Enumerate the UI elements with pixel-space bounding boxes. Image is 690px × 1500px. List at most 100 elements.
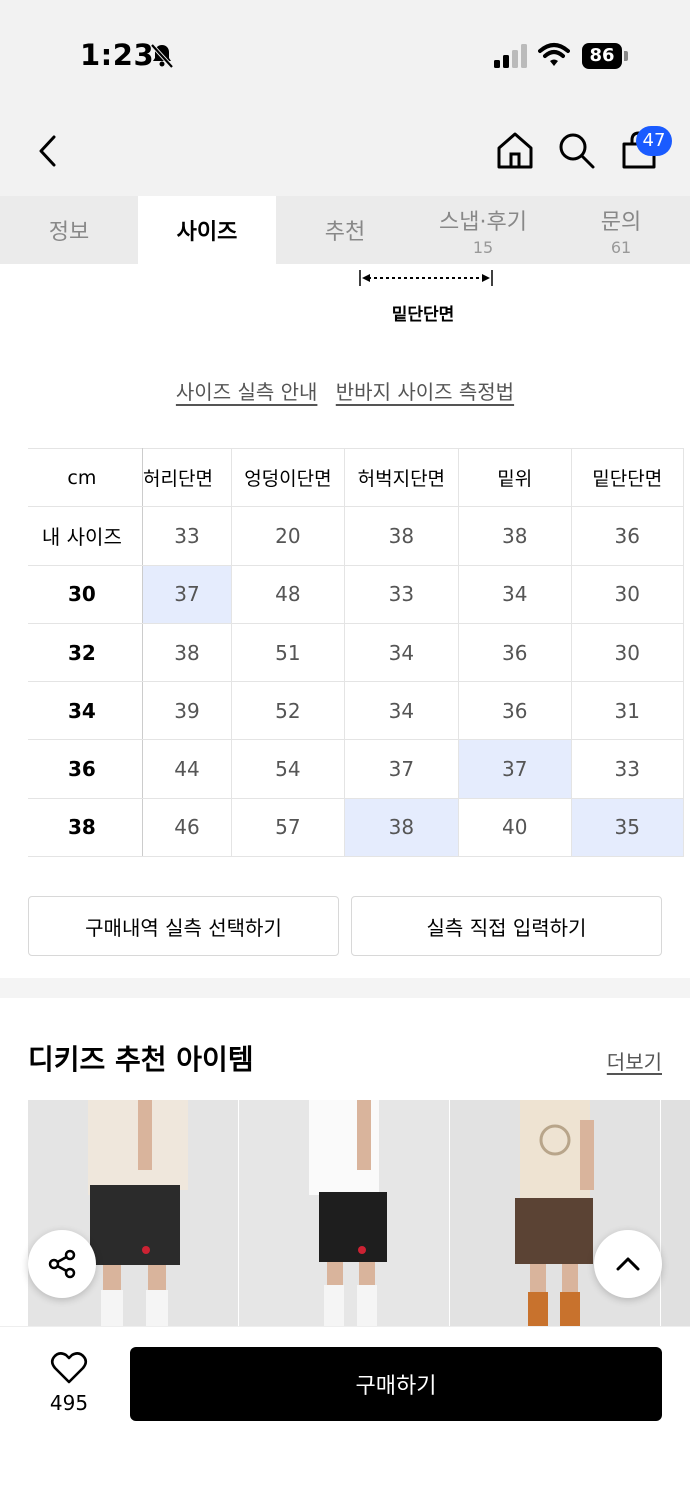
table-cell-highlight: 35 — [570, 797, 684, 858]
row-label: 30 — [28, 564, 143, 624]
row-label: 32 — [28, 622, 143, 683]
column-header: 밑위 — [458, 448, 572, 508]
table-row-my-size: 내 사이즈 33 20 38 38 36 — [28, 506, 684, 566]
size-table-header-row: cm 허리단면 엉덩이단면 허벅지단면 밑위 밑단단면 — [28, 448, 684, 508]
column-header: 허리단면 — [141, 448, 233, 508]
battery-indicator: 86 — [582, 43, 628, 69]
tab-info[interactable]: 정보 — [0, 196, 138, 264]
table-cell: 40 — [458, 797, 572, 858]
table-row: 36 44 54 37 37 33 — [28, 739, 684, 799]
column-header: 허벅지단면 — [343, 448, 460, 508]
heart-icon[interactable] — [50, 1351, 88, 1385]
table-row: 30 37 48 33 34 30 — [28, 564, 684, 624]
table-row: 32 38 51 34 36 30 — [28, 622, 684, 683]
manual-size-input-button[interactable]: 실측 직접 입력하기 — [351, 896, 662, 956]
buy-button[interactable]: 구매하기 — [130, 1347, 662, 1421]
table-cell: 30 — [570, 564, 684, 624]
battery-cap — [624, 51, 628, 61]
tab-label: 사이즈 — [176, 220, 238, 245]
table-cell: 36 — [570, 506, 684, 566]
tab-label: 스냅·후기 — [439, 209, 527, 235]
table-cell: 38 — [343, 506, 460, 566]
share-button[interactable] — [28, 1230, 96, 1298]
tab-count: 61 — [610, 237, 632, 257]
product-card[interactable] — [239, 1100, 449, 1326]
table-cell: 37 — [343, 739, 460, 799]
product-image — [239, 1100, 449, 1326]
table-cell: 48 — [231, 564, 345, 624]
table-cell: 33 — [570, 739, 684, 799]
table-cell: 34 — [343, 681, 460, 741]
select-purchase-size-button[interactable]: 구매내역 실측 선택하기 — [28, 896, 339, 956]
scroll-top-button[interactable] — [594, 1230, 662, 1298]
section-divider — [0, 978, 690, 998]
tab-inquiry[interactable]: 문의 61 — [552, 196, 690, 264]
table-cell: 34 — [343, 622, 460, 683]
table-row: 34 39 52 34 36 31 — [28, 681, 684, 741]
tab-size[interactable]: 사이즈 — [138, 196, 276, 264]
table-cell: 44 — [141, 739, 233, 799]
size-table: cm 허리단면 엉덩이단면 허벅지단면 밑위 밑단단면 내 사이즈 33 20 … — [28, 448, 684, 858]
row-label: 내 사이즈 — [28, 506, 143, 566]
column-header: 엉덩이단면 — [231, 448, 345, 508]
product-tabs: 정보 사이즈 추천 스냅·후기 15 문의 61 — [0, 196, 690, 264]
table-cell: 33 — [141, 506, 233, 566]
hem-measure-label: 밑단단면 — [391, 305, 455, 325]
status-time: 1:23 — [80, 38, 155, 72]
table-cell: 52 — [231, 681, 345, 741]
table-cell: 36 — [458, 622, 572, 683]
size-table-container[interactable]: cm 허리단면 엉덩이단면 허벅지단면 밑위 밑단단면 내 사이즈 33 20 … — [28, 448, 690, 858]
row-label: 34 — [28, 681, 143, 741]
battery-level: 86 — [582, 43, 622, 69]
status-bar: 1:23 86 — [0, 0, 690, 100]
recommend-product-list[interactable] — [28, 1100, 690, 1326]
more-link[interactable]: 더보기 — [607, 1046, 662, 1075]
bottom-purchase-bar: 495 구매하기 — [0, 1326, 690, 1500]
tab-snap-review[interactable]: 스냅·후기 15 — [414, 196, 552, 264]
table-cell: 20 — [231, 506, 345, 566]
search-icon[interactable] — [556, 130, 596, 170]
top-nav-bar: 47 — [0, 100, 690, 196]
table-cell-highlight: 37 — [141, 564, 233, 624]
table-cell: 36 — [458, 681, 572, 741]
tab-label: 정보 — [48, 220, 90, 245]
table-cell: 46 — [141, 797, 233, 858]
chevron-up-icon — [616, 1257, 640, 1271]
product-card[interactable] — [661, 1100, 690, 1326]
cart-count-badge: 47 — [636, 126, 672, 156]
table-row: 38 46 57 38 40 35 — [28, 797, 684, 858]
table-cell: 34 — [458, 564, 572, 624]
home-icon[interactable] — [495, 130, 535, 170]
table-cell: 57 — [231, 797, 345, 858]
product-image — [661, 1100, 690, 1326]
table-cell-highlight: 37 — [458, 739, 572, 799]
column-header: 밑단단면 — [570, 448, 684, 508]
bell-muted-icon — [150, 43, 174, 69]
like-count: 495 — [49, 1391, 89, 1415]
tab-count: 15 — [472, 237, 494, 257]
share-icon — [48, 1249, 76, 1279]
tab-label: 문의 — [600, 209, 642, 235]
cellular-signal-icon — [494, 44, 527, 68]
back-arrow-icon[interactable] — [34, 134, 62, 168]
actual-size-guide-link[interactable]: 사이즈 실측 안내 — [176, 380, 318, 404]
row-label: 36 — [28, 739, 143, 799]
hem-measure-arrow — [359, 270, 493, 286]
size-action-buttons: 구매내역 실측 선택하기 실측 직접 입력하기 — [28, 896, 662, 956]
table-cell: 30 — [570, 622, 684, 683]
row-label: 38 — [28, 797, 143, 858]
table-cell: 38 — [458, 506, 572, 566]
table-cell: 38 — [141, 622, 233, 683]
wifi-icon — [538, 43, 570, 66]
shorts-measure-link[interactable]: 반바지 사이즈 측정법 — [336, 380, 514, 404]
table-cell: 51 — [231, 622, 345, 683]
tab-label: 추천 — [324, 220, 366, 245]
table-cell: 54 — [231, 739, 345, 799]
recommend-section-title: 디키즈 추천 아이템 — [28, 1043, 254, 1076]
table-cell: 39 — [141, 681, 233, 741]
table-cell-highlight: 38 — [343, 797, 460, 858]
table-cell: 33 — [343, 564, 460, 624]
size-guide-links: 사이즈 실측 안내 반바지 사이즈 측정법 — [0, 376, 690, 405]
tab-recommend[interactable]: 추천 — [276, 196, 414, 264]
table-cell: 31 — [570, 681, 684, 741]
